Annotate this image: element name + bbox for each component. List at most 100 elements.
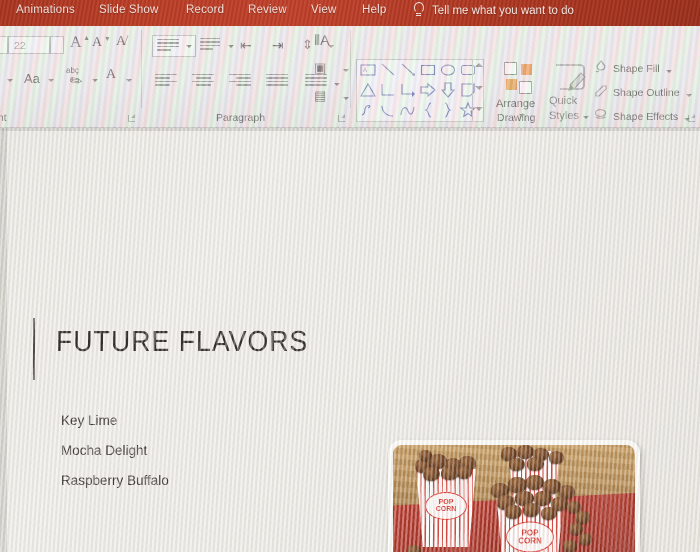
popcorn-box-label: POP CORN xyxy=(506,521,554,552)
slide-title[interactable]: FUTURE FLAVORS xyxy=(56,326,308,359)
rectangle-shape-icon[interactable] xyxy=(419,61,437,79)
font-color-dropdown-icon[interactable] xyxy=(126,79,132,82)
slide-canvas[interactable]: FUTURE FLAVORS Key Lime Mocha Delight Ra… xyxy=(0,128,700,552)
elbow-connector-shape-icon[interactable] xyxy=(379,81,397,99)
bullets-icon xyxy=(157,39,181,53)
shape-fill-dropdown-icon[interactable] xyxy=(665,69,672,73)
shape-fill-button[interactable]: Shape Fill xyxy=(594,60,672,78)
quick-styles-label-2: Styles xyxy=(549,110,579,122)
clear-formatting-icon[interactable]: A̸ xyxy=(116,34,126,50)
columns-dropdown-icon[interactable] xyxy=(334,83,340,86)
line-shape-icon[interactable] xyxy=(379,61,397,79)
scribble-shape-icon[interactable] xyxy=(359,101,377,119)
slide-top-edge xyxy=(0,128,700,131)
line-arrow-shape-icon[interactable] xyxy=(399,61,417,79)
svg-text:A: A xyxy=(363,68,367,74)
curve-shape-icon[interactable] xyxy=(399,101,417,119)
shape-effects-button[interactable]: Shape Effects xyxy=(594,108,691,126)
shapes-gallery[interactable]: A xyxy=(356,59,484,122)
elbow-arrow-connector-shape-icon[interactable] xyxy=(399,81,417,99)
list-item[interactable]: Key Lime xyxy=(61,413,117,428)
font-dialog-launcher[interactable] xyxy=(128,114,137,123)
shrink-font-button[interactable]: A xyxy=(92,35,102,51)
popcorn-photo-content: POP CORN POP CORN xyxy=(393,445,635,552)
align-text-dropdown-icon[interactable] xyxy=(343,69,349,72)
bullets-gallery[interactable] xyxy=(152,35,196,57)
list-item[interactable]: Raspberry Buffalo xyxy=(61,473,169,488)
quick-styles-dropdown-icon[interactable] xyxy=(583,116,589,119)
numbering-dropdown-icon[interactable] xyxy=(228,45,234,48)
shape-outline-icon xyxy=(594,84,607,102)
shrink-font-arrow-icon: ▼ xyxy=(104,36,111,43)
shapes-scroll-up-icon[interactable] xyxy=(475,63,483,67)
left-brace-shape-icon[interactable] xyxy=(419,101,437,119)
shapes-scroll-down-icon[interactable] xyxy=(475,86,483,90)
shapes-gallery-more-icon[interactable] xyxy=(475,107,483,111)
shapes-gallery-scrollbar[interactable] xyxy=(472,59,484,122)
arc-shape-icon[interactable] xyxy=(379,101,397,119)
justify-icon[interactable] xyxy=(266,74,288,88)
shape-outline-dropdown-icon[interactable] xyxy=(685,93,692,97)
font-color-button[interactable]: A xyxy=(106,67,116,83)
change-case-button[interactable]: Aa xyxy=(24,71,40,86)
underline-dropdown-icon[interactable] xyxy=(7,79,13,82)
font-size-combo[interactable]: 22 xyxy=(8,36,50,54)
tab-view[interactable]: View xyxy=(311,4,337,16)
shape-effects-icon xyxy=(594,108,607,126)
list-item[interactable]: Mocha Delight xyxy=(61,443,147,458)
convert-smartart-icon[interactable]: ▤ xyxy=(314,88,326,104)
popcorn-photo[interactable]: POP CORN POP CORN xyxy=(388,440,640,552)
numbering-icon[interactable] xyxy=(200,38,222,52)
tab-record[interactable]: Record xyxy=(186,4,224,16)
align-text-icon[interactable]: ▣ xyxy=(314,60,326,76)
shape-outline-button[interactable]: Shape Outline xyxy=(594,84,692,102)
tab-help[interactable]: Help xyxy=(362,4,386,16)
text-box-shape-icon[interactable]: A xyxy=(359,61,377,79)
powerpoint-window: Animations Slide Show Record Review View… xyxy=(0,0,700,552)
triangle-shape-icon[interactable] xyxy=(359,81,377,99)
down-arrow-shape-icon[interactable] xyxy=(439,81,457,99)
paragraph-group-label: Paragraph xyxy=(216,112,266,124)
smartart-dropdown-icon[interactable] xyxy=(343,97,349,100)
bullets-dropdown-icon[interactable] xyxy=(186,45,192,48)
right-arrow-shape-icon[interactable] xyxy=(419,81,437,99)
text-direction-icon[interactable]: ⦀A xyxy=(314,32,330,49)
popcorn-box-label: POP CORN xyxy=(425,492,467,521)
arrange-label: Arrange xyxy=(496,98,536,110)
decrease-indent-icon[interactable]: ⇤ xyxy=(240,37,252,54)
drawing-dialog-launcher[interactable] xyxy=(688,114,697,123)
align-left-icon[interactable] xyxy=(155,74,177,88)
tab-slide-show[interactable]: Slide Show xyxy=(99,4,159,16)
quick-styles-label: Quick xyxy=(549,95,578,107)
font-group-label: ont xyxy=(0,112,7,124)
align-right-icon[interactable] xyxy=(229,74,251,88)
change-case-dropdown-icon[interactable] xyxy=(48,79,54,82)
align-center-icon[interactable] xyxy=(192,74,214,88)
arrange-icon xyxy=(504,62,517,75)
font-size-value: 22 xyxy=(14,40,26,52)
shape-fill-label: Shape Fill xyxy=(613,63,660,75)
columns-icon[interactable] xyxy=(305,74,327,88)
grow-font-button[interactable]: A xyxy=(70,34,82,52)
oval-shape-icon[interactable] xyxy=(439,61,457,79)
tell-me-label: Tell me what you want to do xyxy=(432,4,574,17)
tell-me-search[interactable]: Tell me what you want to do xyxy=(412,2,574,19)
increase-indent-icon[interactable]: ⇥ xyxy=(272,37,284,54)
popcorn-box-left: POP CORN xyxy=(416,469,476,547)
slide-left-edge xyxy=(0,128,7,552)
shape-fill-icon xyxy=(594,60,607,78)
grow-font-arrow-icon: ▲ xyxy=(83,35,90,42)
tab-animations[interactable]: Animations xyxy=(16,4,75,16)
tab-review[interactable]: Review xyxy=(248,4,287,16)
highlight-dropdown-icon[interactable] xyxy=(92,79,98,82)
ribbon: 22 A ▲ A ▼ A̸ V Aa abç ✎ A ont xyxy=(0,26,700,128)
ribbon-tab-bar: Animations Slide Show Record Review View… xyxy=(0,0,700,26)
lightbulb-icon xyxy=(412,2,425,19)
shape-effects-label: Shape Effects xyxy=(613,111,679,123)
paragraph-dialog-launcher[interactable] xyxy=(338,114,347,123)
font-name-combo[interactable] xyxy=(0,36,8,54)
line-spacing-icon[interactable]: ⇕ xyxy=(302,37,313,53)
font-size-dropdown[interactable] xyxy=(50,36,64,54)
right-brace-shape-icon[interactable] xyxy=(439,101,457,119)
title-accent-bar xyxy=(33,318,35,380)
